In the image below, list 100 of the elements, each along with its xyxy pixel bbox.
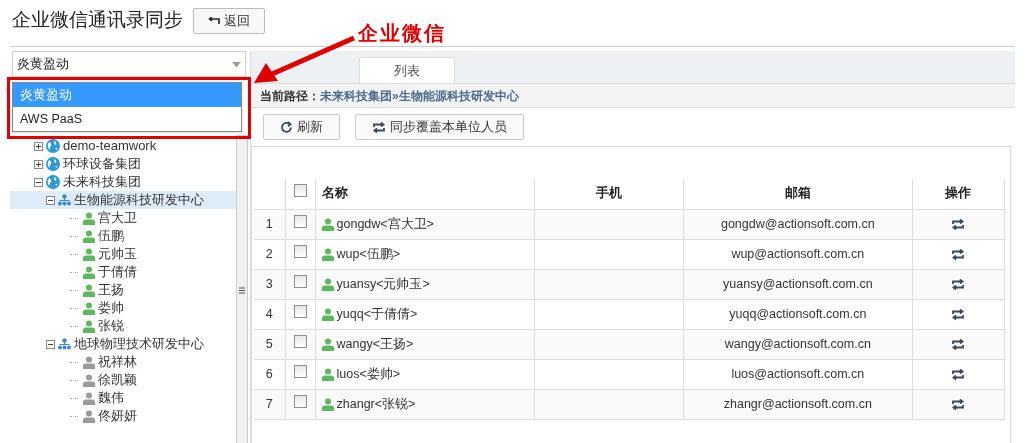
email-cell: gongdw@actionsoft.com.cn [683,209,913,239]
person-icon [321,397,334,411]
tab[interactable]: 列表 [359,57,455,83]
person-icon [83,391,95,405]
tree-item[interactable]: 佟妍妍 [98,407,137,425]
sync-row-button[interactable] [951,218,966,230]
tree-item[interactable]: 地球物理技术研发中心 [74,335,204,353]
tree-item[interactable]: demo-teamwork [63,137,157,155]
scrollbar[interactable] [236,135,248,443]
person-icon [83,355,95,369]
person-icon [321,307,334,321]
sync-row-button[interactable] [951,368,966,380]
person-icon [83,319,95,333]
expand-icon[interactable] [34,141,43,151]
back-button[interactable]: 返回 [193,7,265,34]
person-icon [321,217,334,231]
sync-icon [951,278,966,290]
sync-icon [372,121,386,133]
person-icon [83,247,95,261]
path-label: 当前路径： [260,87,320,105]
person-icon [83,373,95,387]
person-icon [83,283,95,297]
account-select[interactable]: 炎黄盈动 [12,51,246,77]
sync-row-button[interactable] [951,398,966,410]
column-header: 操作 [912,179,1005,209]
person-icon [83,301,95,315]
email-cell: yuqq@actionsoft.com.cn [683,299,913,329]
row-number: 7 [254,389,285,419]
tree-item[interactable]: 于倩倩 [98,263,137,281]
row-number: 1 [254,209,285,239]
sync-icon [951,248,966,260]
refresh-button[interactable]: 刷新 [263,114,340,140]
tree-item[interactable]: 环球设备集团 [63,155,141,173]
sync-button[interactable]: 同步覆盖本单位人员 [355,114,524,140]
column-header: 手机 [534,179,684,209]
tree-item[interactable]: 王扬 [98,281,124,299]
person-icon [321,337,334,351]
column-header: 名称 [315,179,535,209]
sync-icon [951,398,966,410]
checkbox[interactable] [293,394,307,408]
sync-row-button[interactable] [951,278,966,290]
tree-item[interactable]: 魏伟 [98,389,124,407]
checkbox[interactable] [293,334,307,348]
person-icon [83,265,95,279]
name-cell-text: wup<伍鹏> [336,245,401,263]
collapse-icon[interactable] [34,177,43,187]
tree-item[interactable]: 徐凯颖 [98,371,137,389]
sync-row-button[interactable] [951,338,966,350]
refresh-icon [280,120,293,134]
name-cell-text: yuansy<元帅玉> [336,275,430,293]
email-cell: wangy@actionsoft.com.cn [683,329,913,359]
row-number: 5 [254,329,285,359]
collapse-icon[interactable] [46,339,55,349]
column-header: 邮箱 [683,179,913,209]
row-number: 2 [254,239,285,269]
name-cell-text: gongdw<宫大卫> [336,215,434,233]
tree-item[interactable]: 伍鹏 [98,227,124,245]
sync-icon [951,338,966,350]
annotation-label: 企业微信 [358,20,446,47]
sync-icon [951,368,966,380]
tree-item[interactable]: 元帅玉 [98,245,137,263]
person-icon [83,211,95,225]
back-arrow-icon [208,16,220,25]
expand-icon[interactable] [34,159,43,169]
tree-item[interactable]: 未来科技集团 [63,173,141,191]
person-icon [321,277,334,291]
globe-icon [46,139,60,153]
sync-icon [951,308,966,320]
tree-item[interactable]: 张锐 [98,317,124,335]
checkbox[interactable] [293,304,307,318]
name-cell-text: luos<娄帅> [336,365,401,383]
name-cell-text: wangy<王扬> [336,335,414,353]
checkbox[interactable] [293,184,307,198]
name-cell-text: yuqq<于倩倩> [336,305,418,323]
sync-row-button[interactable] [951,308,966,320]
globe-icon [46,157,60,171]
org-chart-icon [58,194,71,206]
email-cell: yuansy@actionsoft.com.cn [683,269,913,299]
email-cell: luos@actionsoft.com.cn [683,359,913,389]
checkbox[interactable] [293,274,307,288]
checkbox[interactable] [293,244,307,258]
name-cell-text: zhangr<张锐> [336,395,416,413]
tree-item[interactable]: 娄帅 [98,299,124,317]
email-cell: zhangr@actionsoft.com.cn [683,389,913,419]
dropdown-caret-icon [232,61,241,67]
tree-item[interactable]: 祝祥林 [98,353,137,371]
path-value: 未来科技集团»生物能源科技研发中心 [320,87,519,105]
sync-row-button[interactable] [951,248,966,260]
checkbox[interactable] [293,364,307,378]
checkbox[interactable] [293,214,307,228]
row-number: 4 [254,299,285,329]
person-icon [83,409,95,423]
tree-item[interactable]: 宫大卫 [98,209,137,227]
grip-icon [239,287,245,294]
dropdown-option[interactable]: AWS PaaS [13,107,241,131]
row-number: 3 [254,269,285,299]
collapse-icon[interactable] [46,195,55,205]
person-icon [321,247,334,261]
person-icon [321,367,334,381]
org-chart-icon [58,338,71,350]
